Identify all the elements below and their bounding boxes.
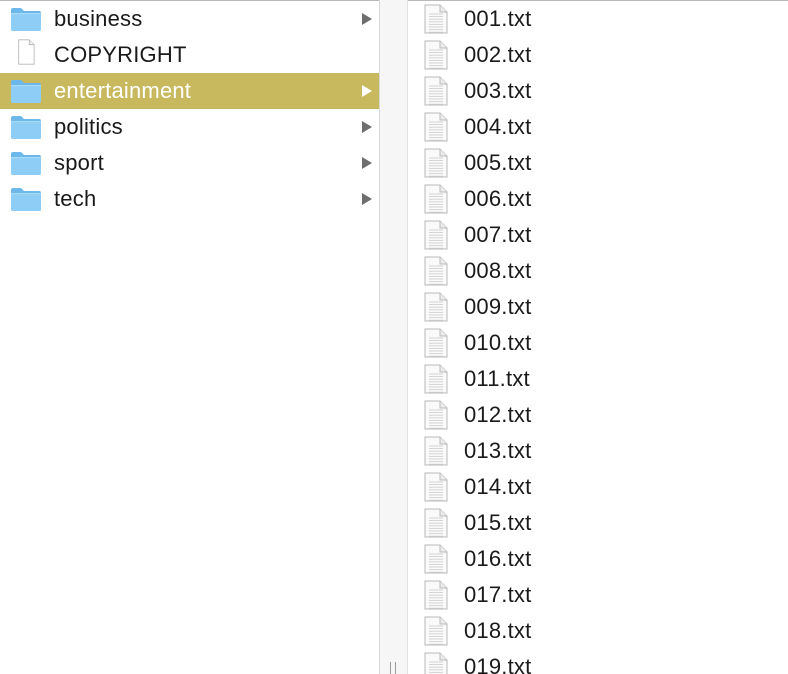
text-file-icon — [424, 580, 448, 610]
text-file-icon — [424, 148, 448, 178]
file-row[interactable]: 018.txt — [408, 613, 788, 649]
file-row[interactable]: 007.txt — [408, 217, 788, 253]
file-row[interactable]: 004.txt — [408, 109, 788, 145]
chevron-right-icon — [362, 157, 372, 169]
file-row[interactable]: 019.txt — [408, 649, 788, 674]
file-name: 010.txt — [464, 330, 532, 355]
file-row[interactable]: 011.txt — [408, 361, 788, 397]
file-name: 012.txt — [464, 402, 532, 427]
file-row[interactable]: 002.txt — [408, 37, 788, 73]
file-row[interactable]: 017.txt — [408, 577, 788, 613]
text-file-icon — [424, 400, 448, 430]
text-file-icon — [424, 184, 448, 214]
column-resize-area[interactable] — [380, 0, 408, 674]
file-name: 016.txt — [464, 546, 532, 571]
text-file-icon — [424, 616, 448, 646]
folder-icon — [10, 186, 42, 212]
file-name: 014.txt — [464, 474, 532, 499]
text-file-icon — [424, 364, 448, 394]
file-row[interactable]: 006.txt — [408, 181, 788, 217]
folder-row-business[interactable]: business — [0, 1, 379, 37]
file-name: 006.txt — [464, 186, 532, 211]
file-name: 004.txt — [464, 114, 532, 139]
folder-row-label: COPYRIGHT — [54, 42, 187, 67]
text-file-icon — [424, 508, 448, 538]
file-row[interactable]: 003.txt — [408, 73, 788, 109]
folder-row-label: politics — [54, 114, 123, 139]
folder-row-label: business — [54, 6, 143, 31]
text-file-icon — [424, 544, 448, 574]
text-file-icon — [424, 436, 448, 466]
document-icon — [10, 39, 42, 68]
folder-row-politics[interactable]: politics — [0, 109, 379, 145]
file-name: 011.txt — [464, 366, 530, 391]
parent-folder-column[interactable]: business COPYRIGHT entertainment politic… — [0, 1, 379, 674]
text-file-icon — [424, 4, 448, 34]
file-name: 015.txt — [464, 510, 532, 535]
file-name: 008.txt — [464, 258, 532, 283]
chevron-right-icon — [362, 85, 372, 97]
file-name: 007.txt — [464, 222, 532, 247]
text-file-icon — [424, 112, 448, 142]
text-file-icon — [424, 472, 448, 502]
chevron-right-icon — [362, 13, 372, 25]
folder-row-sport[interactable]: sport — [0, 145, 379, 181]
folder-row-copyright[interactable]: COPYRIGHT — [0, 37, 379, 73]
file-row[interactable]: 009.txt — [408, 289, 788, 325]
file-name: 002.txt — [464, 42, 532, 67]
chevron-right-icon — [362, 193, 372, 205]
text-file-icon — [424, 256, 448, 286]
text-file-icon — [424, 328, 448, 358]
file-name: 005.txt — [464, 150, 532, 175]
entertainment-contents-column[interactable]: 001.txt 002.txt 003.txt 004.txt 005.txt … — [408, 1, 788, 674]
folder-row-tech[interactable]: tech — [0, 181, 379, 217]
file-name: 018.txt — [464, 618, 532, 643]
text-file-icon — [424, 76, 448, 106]
folder-icon — [10, 6, 42, 32]
folder-row-label: entertainment — [54, 78, 192, 103]
file-row[interactable]: 008.txt — [408, 253, 788, 289]
file-name: 009.txt — [464, 294, 532, 319]
file-name: 019.txt — [464, 654, 532, 674]
folder-row-label: sport — [54, 150, 104, 175]
file-row[interactable]: 016.txt — [408, 541, 788, 577]
folder-row-label: tech — [54, 186, 97, 211]
file-name: 001.txt — [464, 6, 532, 31]
folder-icon — [10, 114, 42, 140]
text-file-icon — [424, 292, 448, 322]
file-row[interactable]: 014.txt — [408, 469, 788, 505]
file-row[interactable]: 015.txt — [408, 505, 788, 541]
file-row[interactable]: 012.txt — [408, 397, 788, 433]
file-row[interactable]: 005.txt — [408, 145, 788, 181]
text-file-icon — [424, 652, 448, 674]
folder-icon — [10, 150, 42, 176]
file-row[interactable]: 010.txt — [408, 325, 788, 361]
column-resize-handle[interactable] — [389, 662, 397, 674]
text-file-icon — [424, 40, 448, 70]
file-name: 017.txt — [464, 582, 532, 607]
chevron-right-icon — [362, 121, 372, 133]
file-name: 003.txt — [464, 78, 532, 103]
text-file-icon — [424, 220, 448, 250]
folder-icon — [10, 78, 42, 104]
file-name: 013.txt — [464, 438, 532, 463]
file-row[interactable]: 001.txt — [408, 1, 788, 37]
file-row[interactable]: 013.txt — [408, 433, 788, 469]
folder-row-entertainment[interactable]: entertainment — [0, 73, 379, 109]
